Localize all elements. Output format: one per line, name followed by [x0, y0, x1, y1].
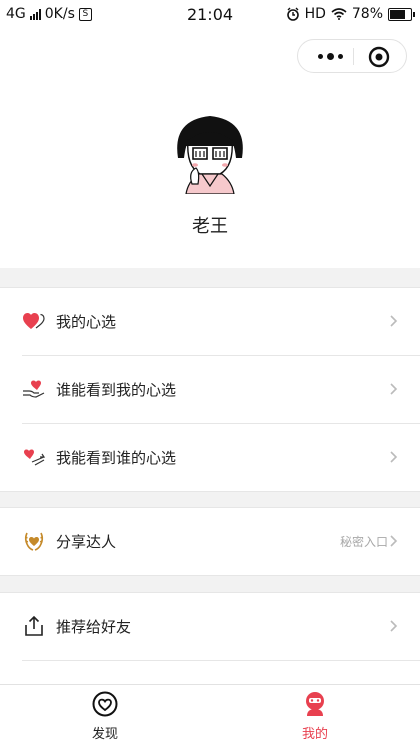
profile-name: 老王 — [192, 216, 228, 237]
status-bar: 4G 0K/s S 21:04 HD 78% — [0, 0, 420, 30]
menu-item-my-picks[interactable]: 我的心选 — [0, 288, 420, 355]
tab-label: 我的 — [301, 727, 328, 742]
profile-icon — [306, 692, 324, 716]
heart-pair-icon — [23, 313, 45, 329]
menu-item-recommend-friends[interactable]: 推荐给好友 — [0, 593, 420, 660]
more-icon[interactable] — [308, 40, 352, 72]
chevron-right-icon — [390, 620, 398, 632]
mini-program-capsule[interactable] — [297, 39, 407, 73]
laurel-heart-icon — [24, 532, 44, 551]
menu-item-who-sees-mine[interactable]: 谁能看到我的心选 — [22, 355, 420, 423]
wifi-icon — [331, 8, 347, 20]
status-right: HD 78% — [286, 6, 415, 22]
menu-item-whose-i-see[interactable]: 我能看到谁的心选 — [22, 423, 420, 491]
menu-item-label: 谁能看到我的心选 — [56, 381, 177, 399]
heart-circle-icon — [92, 691, 118, 717]
tab-label: 发现 — [91, 727, 118, 742]
row-divider — [22, 660, 420, 661]
chevron-right-icon — [390, 451, 398, 463]
menu-item-label: 我的心选 — [56, 313, 117, 331]
chevron-right-icon — [390, 535, 398, 547]
menu-item-label: 推荐给好友 — [56, 618, 132, 636]
profile-header: 老王 — [0, 30, 420, 268]
menu-item-share-expert[interactable]: 分享达人 秘密入口 — [0, 508, 420, 575]
alarm-icon — [286, 7, 299, 21]
menu-item-label: 我能看到谁的心选 — [56, 449, 177, 467]
secret-entrance-label: 秘密入口 — [339, 535, 388, 549]
hd-label: HD — [304, 6, 326, 22]
battery-icon — [388, 7, 415, 21]
chevron-right-icon — [390, 383, 398, 395]
share-icon — [25, 615, 43, 636]
heart-hand-icon — [23, 380, 45, 398]
battery-percent: 78% — [351, 6, 383, 22]
menu-group-hearts: 我的心选 谁能看到我的心选 我能看到谁的心选 — [0, 287, 420, 492]
menu-item-label: 分享达人 — [56, 533, 117, 551]
heart-arrow-icon — [24, 449, 46, 466]
menu-group-recommend: 推荐给好友 — [0, 592, 420, 685]
chevron-right-icon — [390, 315, 398, 327]
close-mini-program-icon[interactable] — [368, 46, 390, 68]
tab-mine[interactable]: 我的 — [210, 685, 420, 747]
tab-discover[interactable]: 发现 — [0, 685, 210, 747]
bottom-tab-bar: 发现 我的 — [0, 684, 420, 747]
capsule-divider — [353, 48, 354, 65]
avatar[interactable] — [172, 112, 248, 194]
menu-group-share: 分享达人 秘密入口 — [0, 507, 420, 576]
